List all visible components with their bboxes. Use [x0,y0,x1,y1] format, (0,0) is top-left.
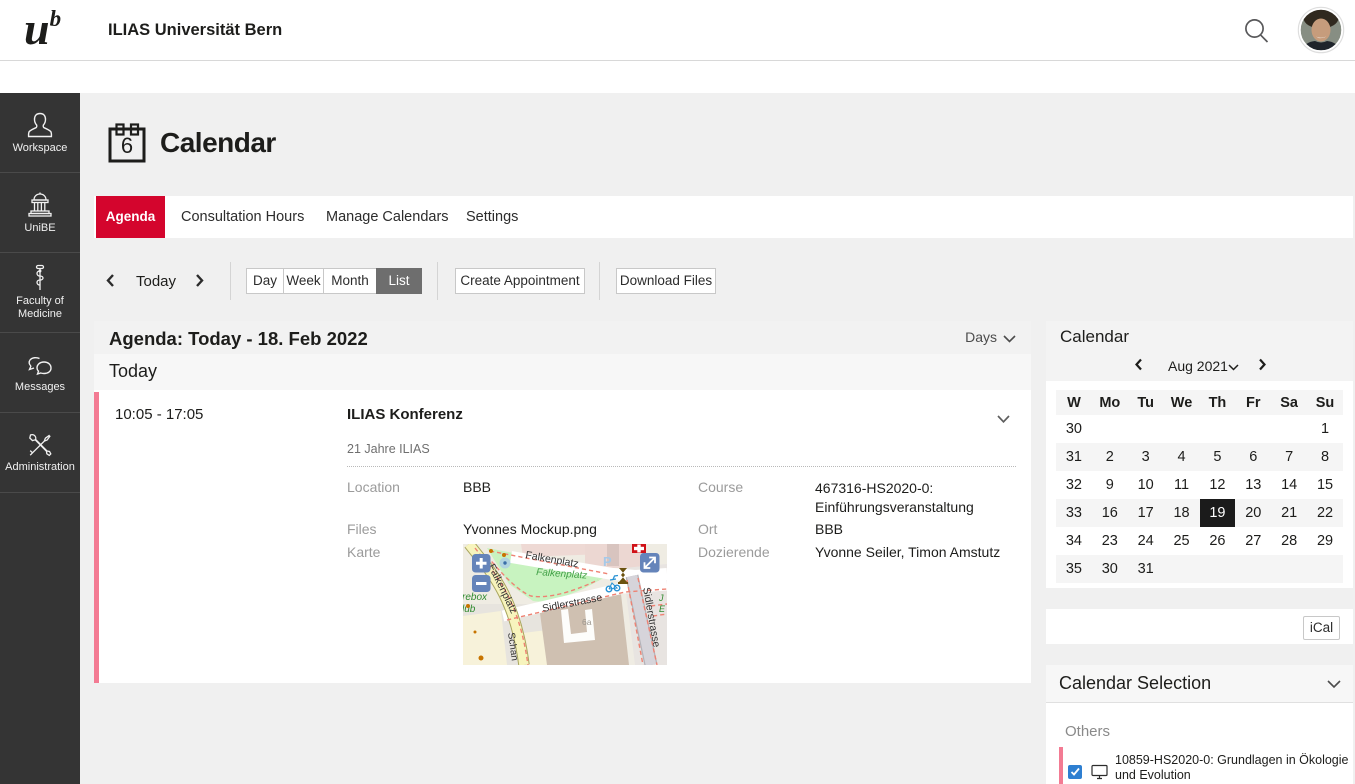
svg-text:J: J [658,593,664,603]
svg-text:P: P [603,554,612,569]
svg-text:6: 6 [121,133,133,158]
svg-text:6a: 6a [582,617,592,627]
svg-text:rebox: rebox [463,592,488,603]
svg-text:E: E [659,604,666,614]
